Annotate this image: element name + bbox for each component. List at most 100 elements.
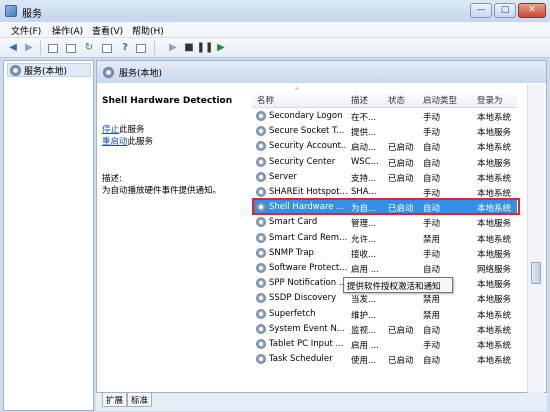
cell-description: 允许...	[351, 234, 377, 245]
stop-service-link[interactable]: 停止	[102, 125, 119, 135]
service-row[interactable]: System Event N... 监视... 已启动 自动 本地系统	[252, 322, 517, 337]
menu-help[interactable]: 帮助(H)	[132, 24, 164, 37]
service-row[interactable]: Server 支持... 已启动 自动 本地系统	[252, 170, 517, 185]
cell-startup-type: 自动	[423, 356, 441, 367]
export-list-icon[interactable]	[100, 41, 114, 55]
menu-file[interactable]: 文件(F)	[11, 24, 41, 37]
cell-log-on-as: 本地服务	[477, 128, 512, 139]
cell-description: 维护...	[351, 310, 377, 321]
service-row[interactable]: SNMP Trap 接收... 手动 本地服务	[252, 246, 517, 261]
cell-status: 已启动	[388, 325, 414, 336]
menu-view[interactable]: 查看(V)	[92, 24, 123, 37]
cell-startup-type: 手动	[423, 219, 441, 230]
cell-description: 在不...	[351, 113, 377, 123]
pause-service-icon[interactable]: ❚❚	[197, 41, 214, 55]
service-row[interactable]: Software Protect... 启用 ... 自动 网络服务	[252, 261, 517, 276]
service-row[interactable]: Security Center WSC... 已启动 自动 本地服务	[252, 155, 517, 170]
cell-name: Software Protect...	[269, 263, 347, 273]
sort-ascending-icon: ^	[294, 87, 300, 95]
cell-startup-type: 手动	[423, 341, 441, 351]
details-pane-header: 服务(本地)	[97, 61, 546, 83]
cell-startup-type: 自动	[423, 158, 441, 169]
tree-item-label: 服务(本地)	[24, 66, 68, 77]
console-tree: 服务(本地)	[3, 60, 94, 411]
tab-standard[interactable]: 标准	[127, 393, 153, 407]
cell-name: SNMP Trap	[269, 247, 314, 258]
service-row[interactable]: Security Account... 启动... 已启动 自动 本地系统	[252, 139, 517, 154]
gear-icon	[256, 156, 266, 167]
window-title: 服务	[22, 9, 42, 20]
toolbar-separator	[154, 41, 155, 55]
view-icon[interactable]	[134, 41, 148, 55]
column-header-status[interactable]: 状态	[388, 94, 405, 106]
vertical-scrollbar[interactable]	[527, 84, 544, 393]
stop-service-line: 停止此服务	[102, 123, 145, 135]
cell-description: 启用 ...	[351, 341, 379, 351]
cell-log-on-as: 本地服务	[477, 249, 512, 260]
service-row[interactable]: Secondary Logon 在不... 手动 本地系统	[252, 109, 517, 124]
gear-icon	[103, 66, 114, 78]
stop-service-suffix: 此服务	[119, 125, 145, 135]
maximize-button[interactable]: □	[494, 3, 516, 18]
service-row[interactable]: Superfetch 维护... 禁用 本地系统	[252, 307, 517, 322]
cell-name: SSDP Discovery	[269, 293, 337, 304]
cell-description: 监视...	[351, 325, 377, 336]
properties-icon[interactable]	[64, 41, 78, 55]
cell-log-on-as: 本地系统	[477, 310, 512, 321]
cell-log-on-as: 本地服务	[477, 280, 512, 291]
gear-icon	[256, 247, 266, 258]
menu-action[interactable]: 操作(A)	[52, 24, 83, 37]
cell-description: 管理...	[351, 219, 377, 230]
restart-service-link[interactable]: 重启动	[102, 137, 128, 147]
column-header-log-on-as[interactable]: 登录为	[477, 94, 503, 106]
stop-service-icon[interactable]: ■	[182, 41, 196, 55]
gear-icon	[256, 111, 266, 121]
gear-icon	[256, 126, 266, 137]
gear-icon	[256, 232, 266, 243]
minimize-button[interactable]: —	[470, 3, 492, 18]
gear-icon	[256, 339, 266, 349]
gear-icon	[256, 263, 266, 273]
cell-name: SHAREit Hotspot...	[269, 187, 347, 197]
service-row[interactable]: Tablet PC Input ... 启用 ... 手动 本地系统	[252, 337, 517, 352]
help-icon[interactable]: ?	[118, 41, 132, 55]
cell-log-on-as: 本地系统	[477, 325, 512, 336]
service-row[interactable]: Secure Socket T... 提供... 手动 本地服务	[252, 124, 517, 139]
show-tree-icon[interactable]	[46, 41, 60, 55]
refresh-icon[interactable]: ↻	[82, 41, 96, 55]
forward-arrow-icon[interactable]: ▶	[22, 41, 36, 55]
start-service-icon[interactable]: ▶	[166, 41, 180, 55]
close-button[interactable]: ✕	[518, 3, 546, 18]
service-row[interactable]: SSDP Discovery 当发... 禁用 本地服务	[252, 291, 517, 306]
gear-icon	[256, 308, 266, 319]
cell-status: 已启动	[388, 158, 414, 169]
column-header-name[interactable]: 名称	[257, 94, 274, 106]
column-header-description[interactable]: 描述	[351, 94, 368, 106]
cell-log-on-as: 本地系统	[477, 173, 512, 184]
gear-icon	[256, 293, 266, 304]
tree-item-services-local[interactable]: 服务(本地)	[7, 63, 91, 77]
description-label: 描述:	[102, 174, 122, 184]
title-bar	[0, 0, 550, 22]
restart-service-icon[interactable]: ▶	[214, 41, 228, 55]
back-arrow-icon[interactable]: ◀	[6, 41, 20, 55]
cell-startup-type: 自动	[423, 325, 441, 336]
cell-name: Task Scheduler	[269, 354, 333, 365]
cell-status: 已启动	[388, 356, 414, 367]
description-text: 为自动播放硬件事件提供通知。	[102, 186, 222, 196]
highlight-outline	[252, 198, 520, 215]
cell-name: Smart Card	[269, 217, 318, 228]
cell-name: Server	[269, 171, 297, 182]
cell-log-on-as: 网络服务	[477, 265, 512, 275]
scrollbar-thumb[interactable]	[531, 262, 541, 284]
cell-startup-type: 禁用	[423, 310, 441, 321]
column-header-startup-type[interactable]: 启动类型	[423, 94, 457, 106]
service-row[interactable]: Task Scheduler 使用... 已启动 自动 本地系统	[252, 352, 517, 367]
tab-extended[interactable]: 扩展	[102, 393, 128, 407]
gear-icon	[256, 217, 266, 228]
services-app-icon	[5, 5, 17, 17]
cell-log-on-as: 本地系统	[477, 143, 512, 154]
service-row[interactable]: Smart Card 管理... 手动 本地服务	[252, 215, 517, 230]
gear-icon	[256, 171, 266, 182]
service-row[interactable]: Smart Card Rem... 允许... 禁用 本地系统	[252, 231, 517, 246]
